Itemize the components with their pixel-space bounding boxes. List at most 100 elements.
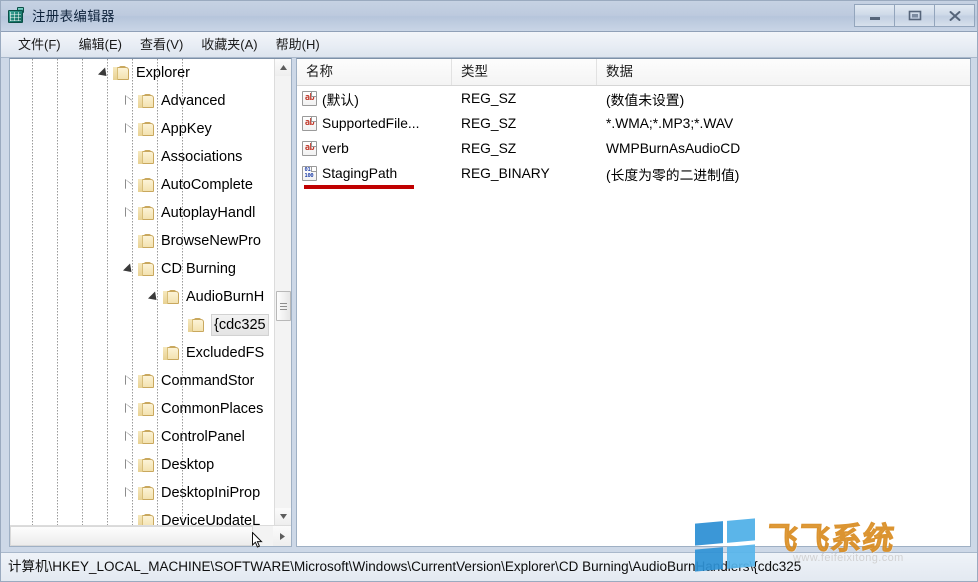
tree-scroll-down-button[interactable]: [275, 508, 291, 525]
folder-icon: [138, 373, 155, 389]
tree-node[interactable]: AutoplayHandl: [10, 199, 275, 227]
tree-node[interactable]: Associations: [10, 143, 275, 171]
values-row-list: ab (默认) REG_SZ (数值未设置) ab SupportedFile... REG…: [297, 86, 970, 189]
tree-node[interactable]: CommonPlaces: [10, 395, 275, 423]
close-button[interactable]: [934, 4, 975, 27]
menu-item-edit[interactable]: 编辑(E): [70, 34, 131, 56]
tree-node-label: AutoplayHandl: [161, 205, 256, 221]
tree-node[interactable]: ExcludedFS: [10, 339, 275, 367]
registry-values-panel[interactable]: 名称 类型 数据 ab (默认) REG_SZ (数值未设置) ab SupportedF…: [296, 58, 971, 547]
tree-node[interactable]: Advanced: [10, 87, 275, 115]
folder-icon: [138, 93, 155, 109]
chevron-down-icon[interactable]: [97, 66, 111, 80]
tree-scroll-area[interactable]: Explorer Advanced AppKey Associations AutoCo…: [10, 59, 275, 525]
cell-name: ab (默认): [297, 89, 452, 109]
tree-node[interactable]: ControlPanel: [10, 423, 275, 451]
tree-node[interactable]: AudioBurnH: [10, 283, 275, 311]
minimize-button[interactable]: [854, 4, 895, 27]
folder-icon: [188, 317, 205, 333]
registry-tree-panel[interactable]: Explorer Advanced AppKey Associations AutoCo…: [9, 58, 292, 547]
string-value-icon: ab: [302, 91, 317, 106]
tree-hscroll-right-button[interactable]: [273, 526, 291, 546]
cell-data: (数值未设置): [606, 92, 685, 108]
binary-value-icon: 011 100: [302, 166, 317, 181]
tree-node-list: Explorer Advanced AppKey Associations AutoCo…: [10, 59, 275, 525]
tree-node-label: ExcludedFS: [186, 345, 265, 361]
cell-name: ab SupportedFile...: [297, 116, 452, 131]
cell-type: REG_SZ: [461, 91, 517, 106]
chevron-right-icon[interactable]: [123, 95, 136, 108]
value-name-text: (默认): [322, 92, 359, 108]
menu-item-view[interactable]: 查看(V): [131, 34, 192, 56]
chevron-right-icon[interactable]: [123, 487, 136, 500]
value-name-text: StagingPath: [322, 166, 398, 181]
column-header-name[interactable]: 名称: [297, 59, 452, 85]
chevron-down-icon[interactable]: [147, 290, 161, 304]
window-controls: [854, 4, 975, 27]
chevron-right-icon[interactable]: [123, 375, 136, 388]
tree-node-label: Associations: [161, 149, 243, 165]
tree-vertical-scrollbar[interactable]: [274, 59, 291, 525]
scroll-up-icon: [280, 65, 287, 70]
tree-horizontal-scrollbar[interactable]: [10, 525, 291, 546]
tree-node[interactable]: CommandStor: [10, 367, 275, 395]
folder-icon: [138, 429, 155, 445]
chevron-right-icon[interactable]: [123, 403, 136, 416]
menu-item-favorites[interactable]: 收藏夹(A): [192, 34, 266, 56]
content-area: Explorer Advanced AppKey Associations AutoCo…: [1, 58, 977, 552]
tree-node-label: Explorer: [136, 65, 190, 81]
tree-node[interactable]: Desktop: [10, 451, 275, 479]
folder-icon: [138, 149, 155, 165]
chevron-right-icon[interactable]: [123, 459, 136, 472]
cell-data: (长度为零的二进制值): [606, 167, 740, 183]
values-column-header: 名称 类型 数据: [297, 59, 970, 86]
table-row[interactable]: ab SupportedFile... REG_SZ *.WMA;*.MP3;*.WA…: [297, 111, 970, 136]
folder-icon: [138, 485, 155, 501]
tree-node[interactable]: AppKey: [10, 115, 275, 143]
table-row[interactable]: ab verb REG_SZ WMPBurnAsAudioCD: [297, 136, 970, 161]
tree-node[interactable]: DesktopIniProp: [10, 479, 275, 507]
folder-icon: [138, 205, 155, 221]
chevron-right-icon[interactable]: [123, 431, 136, 444]
tree-node-label: {cdc325: [211, 314, 269, 336]
tree-node[interactable]: DeviceUpdateL: [10, 507, 275, 525]
table-row[interactable]: ab (默认) REG_SZ (数值未设置): [297, 86, 970, 111]
cell-type: REG_BINARY: [461, 166, 550, 181]
menu-item-file[interactable]: 文件(F): [9, 34, 70, 56]
column-header-data[interactable]: 数据: [597, 59, 970, 85]
tree-hscroll-track[interactable]: [10, 526, 253, 546]
scroll-right-icon: [279, 532, 285, 540]
tree-scroll-thumb[interactable]: [276, 291, 291, 321]
menu-item-help[interactable]: 帮助(H): [267, 34, 329, 56]
status-path-text: 计算机\HKEY_LOCAL_MACHINE\SOFTWARE\Microsof…: [8, 559, 802, 574]
cell-type: REG_SZ: [461, 116, 517, 131]
tree-node[interactable]: {cdc325: [10, 311, 275, 339]
scroll-down-icon: [280, 514, 287, 519]
chevron-right-icon[interactable]: [123, 123, 136, 136]
folder-icon: [138, 121, 155, 137]
tree-scroll-up-button[interactable]: [275, 59, 291, 76]
restore-button[interactable]: [894, 4, 935, 27]
folder-icon: [163, 289, 180, 305]
tree-node-label: CD Burning: [161, 261, 236, 277]
value-name-text: verb: [322, 141, 349, 156]
tree-node[interactable]: BrowseNewPro: [10, 227, 275, 255]
tree-node-label: Desktop: [161, 457, 215, 473]
cell-type: REG_SZ: [461, 141, 517, 156]
column-header-type[interactable]: 类型: [452, 59, 597, 85]
tree-node-label: ControlPanel: [161, 429, 245, 445]
chevron-down-icon[interactable]: [122, 262, 136, 276]
tree-node[interactable]: AutoComplete: [10, 171, 275, 199]
chevron-right-icon[interactable]: [123, 179, 136, 192]
tree-node-label: AppKey: [161, 121, 212, 137]
tree-node-label: CommonPlaces: [161, 401, 264, 417]
restore-icon: [908, 10, 921, 21]
tree-node[interactable]: Explorer: [10, 59, 275, 87]
chevron-right-icon[interactable]: [123, 207, 136, 220]
tree-node[interactable]: CD Burning: [10, 255, 275, 283]
table-row[interactable]: 011 100 StagingPath REG_BINARY (长度为零的二进制值): [297, 161, 970, 189]
folder-icon: [113, 65, 130, 81]
folder-icon: [138, 401, 155, 417]
